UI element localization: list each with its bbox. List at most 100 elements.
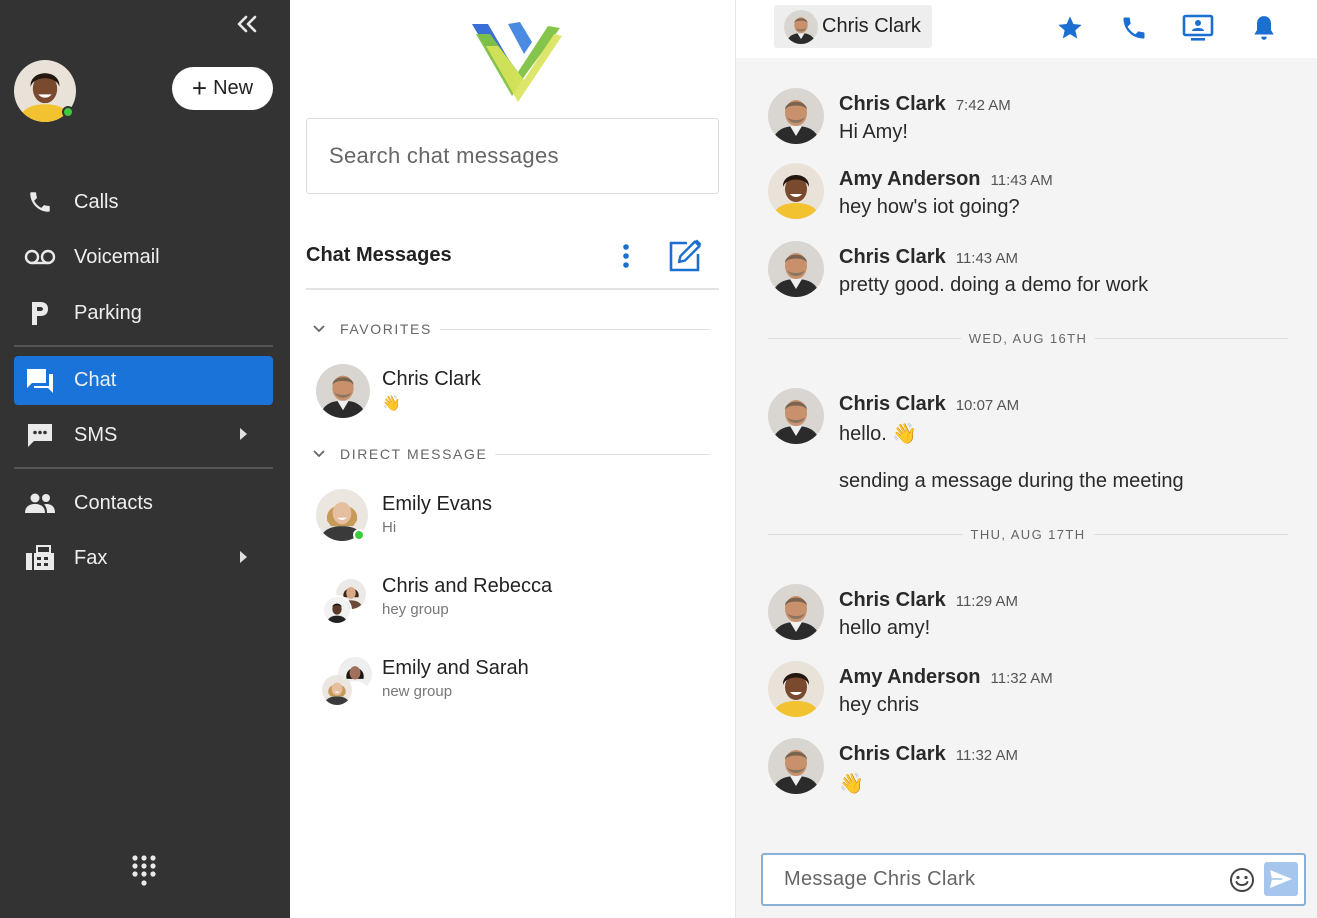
section-label: DIRECT MESSAGE: [340, 446, 488, 462]
day-separator: WED, AUG 16TH: [768, 330, 1289, 346]
avatar[interactable]: [768, 241, 824, 297]
conversation-name: Chris and Rebecca: [382, 575, 553, 597]
avatar[interactable]: [768, 661, 824, 717]
online-status-icon: [62, 106, 74, 118]
chat-recipient-chip[interactable]: Chris Clark: [774, 5, 932, 48]
expand-arrow-icon: [240, 551, 247, 563]
plus-icon: +: [191, 72, 208, 103]
message-text: sending a message during the meeting: [839, 470, 1184, 492]
nav-divider: [14, 467, 273, 469]
sidebar-item-chat[interactable]: Chat: [14, 356, 273, 405]
sidebar-item-calls[interactable]: Calls: [14, 177, 273, 227]
message-text: pretty good. doing a demo for work: [839, 274, 1149, 296]
chat-panel: Chris Clark Chris Clark 7:42 AM Hi Amy! A…: [736, 0, 1317, 918]
compose-icon[interactable]: [667, 238, 703, 274]
avatar: [784, 10, 818, 44]
sidebar-item-label: Voicemail: [74, 245, 160, 268]
message-sender: Chris Clark: [839, 393, 946, 415]
list-item[interactable]: Chris and Rebecca hey group: [306, 567, 719, 633]
chevron-down-icon: [313, 450, 325, 458]
section-rule: [439, 328, 710, 330]
avatar[interactable]: [768, 738, 824, 794]
message-time: 11:43 AM: [990, 172, 1053, 189]
conversation-name: Chris Clark: [382, 368, 481, 390]
dialpad-icon[interactable]: [130, 854, 158, 888]
sidebar-item-sms[interactable]: SMS: [14, 410, 273, 460]
message-sender: Chris Clark: [839, 589, 946, 611]
avatar: [316, 364, 370, 418]
avatar[interactable]: [768, 88, 824, 144]
fax-icon: [24, 545, 56, 571]
conversation-preview: new group: [382, 683, 453, 700]
list-item[interactable]: Chris Clark 👋: [306, 360, 719, 426]
avatar[interactable]: [768, 584, 824, 640]
sidebar-item-label: Calls: [74, 190, 119, 213]
my-avatar[interactable]: [14, 60, 76, 122]
sms-icon: [24, 422, 56, 448]
parking-icon: [24, 300, 56, 326]
message-sender: Chris Clark: [839, 246, 946, 268]
nav-divider: [14, 345, 273, 347]
sidebar-item-parking[interactable]: Parking: [14, 288, 273, 338]
conversation-name: Emily and Sarah: [382, 657, 529, 679]
conversation-preview: 👋: [382, 395, 401, 412]
chat-list-panel: Chat Messages FAVORITES Chris Clark 👋 DI…: [290, 0, 736, 918]
new-button-label: New: [213, 77, 254, 99]
list-title: Chat Messages: [306, 244, 452, 266]
screen-share-icon[interactable]: [1182, 12, 1214, 44]
sidebar-item-label: Fax: [74, 546, 108, 569]
contacts-icon: [24, 492, 56, 514]
brand-logo: [468, 18, 564, 102]
chevron-down-icon: [313, 325, 325, 333]
sidebar-item-label: Chat: [74, 369, 117, 391]
sidebar-item-fax[interactable]: Fax: [14, 533, 273, 583]
search-input[interactable]: [306, 118, 719, 194]
day-separator-label: WED, AUG 16TH: [968, 330, 1088, 346]
sidebar-item-voicemail[interactable]: Voicemail: [14, 232, 273, 282]
section-rule: [495, 453, 710, 455]
message-text: hello amy!: [839, 617, 931, 639]
expand-arrow-icon: [240, 428, 247, 440]
sidebar-item-label: SMS: [74, 423, 118, 446]
message-time: 11:32 AM: [990, 670, 1053, 687]
section-favorites[interactable]: FAVORITES: [312, 319, 710, 339]
message-sender: Amy Anderson: [839, 168, 981, 190]
message-text: Hi Amy!: [839, 121, 908, 143]
message-time: 11:43 AM: [955, 250, 1018, 267]
message-input[interactable]: [763, 855, 1223, 904]
avatar[interactable]: [768, 163, 824, 219]
message-text: hello. 👋: [839, 423, 918, 445]
voicemail-icon: [24, 248, 56, 266]
message-composer: [761, 853, 1306, 906]
send-button[interactable]: [1264, 862, 1298, 896]
new-button[interactable]: + New: [172, 67, 273, 110]
sidebar-item-contacts[interactable]: Contacts: [14, 478, 273, 528]
list-item[interactable]: Emily and Sarah new group: [306, 649, 719, 715]
more-options-icon[interactable]: [620, 242, 632, 270]
section-direct-message[interactable]: DIRECT MESSAGE: [312, 444, 710, 464]
emoji-icon[interactable]: [1229, 867, 1255, 893]
message-sender: Chris Clark: [839, 743, 946, 765]
group-avatar: [316, 571, 370, 625]
message-time: 11:29 AM: [955, 593, 1018, 610]
message-text: hey how's iot going?: [839, 196, 1020, 218]
online-status-icon: [353, 529, 365, 541]
chat-header: Chris Clark: [736, 0, 1317, 58]
list-item[interactable]: Emily Evans Hi: [306, 485, 719, 551]
phone-icon: [24, 189, 56, 215]
sidebar-item-label: Parking: [74, 301, 142, 324]
avatar: [316, 489, 370, 543]
day-separator: THU, AUG 17TH: [768, 526, 1288, 542]
message-time: 10:07 AM: [955, 397, 1020, 414]
notification-bell-icon[interactable]: [1248, 12, 1280, 44]
message-sender: Amy Anderson: [839, 666, 981, 688]
favorite-star-icon[interactable]: [1054, 12, 1086, 44]
send-icon: [1270, 870, 1292, 888]
section-label: FAVORITES: [340, 321, 432, 337]
sidebar: + New Calls Voicemail Parking Chat SMS C…: [0, 0, 290, 918]
avatar[interactable]: [768, 388, 824, 444]
collapse-sidebar-icon[interactable]: [233, 10, 261, 38]
message-time: 11:32 AM: [955, 747, 1018, 764]
phone-call-icon[interactable]: [1118, 12, 1150, 44]
message-text: hey chris: [839, 694, 920, 716]
